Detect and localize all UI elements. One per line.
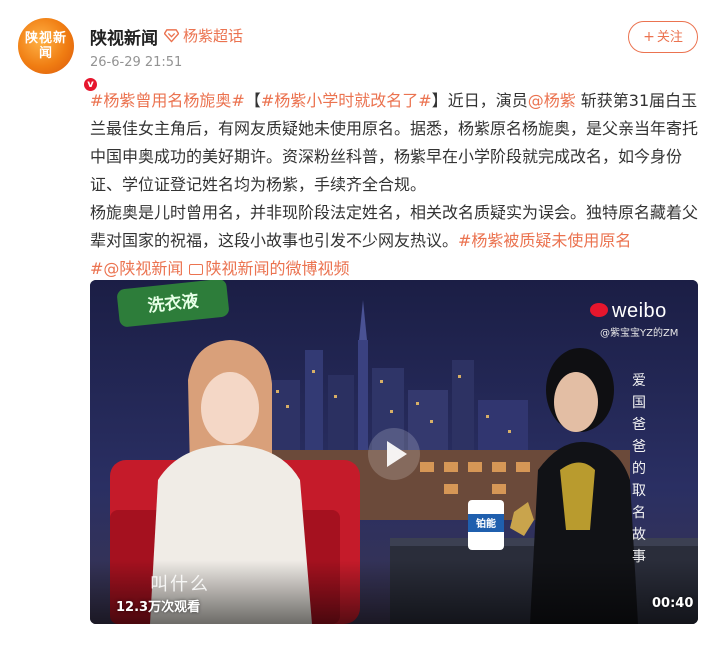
vertical-caption: 爱国爸爸的取名故事 (632, 373, 646, 565)
super-topic-label: 杨紫超话 (183, 27, 244, 45)
author-avatar[interactable]: 陕视新闻 v (18, 18, 99, 93)
weibo-logo-icon (590, 303, 608, 317)
video-player[interactable]: 铂能 洗衣液 weibo @紫宝宝YZ的ZM 爱国爸爸的取名故事 叫什么 12.… (90, 280, 698, 624)
paragraph-2: 杨旎奥是儿时曾用名，并非现阶段法定姓名，相关改名质疑实为误会。独特原名藏着父辈对… (90, 199, 700, 255)
play-button[interactable] (368, 428, 420, 480)
watermark-handle: @紫宝宝YZ的ZM (600, 328, 679, 339)
post-body: #杨紫曾用名杨旎奥#【#杨紫小学时就改名了#】近日，演员@杨紫 斩获第31届白玉… (90, 87, 700, 283)
super-topic-link[interactable]: 杨紫超话 (164, 25, 243, 46)
avatar-logo-text: 陕视新闻 (24, 31, 67, 61)
plus-icon: + (643, 29, 655, 45)
follow-button[interactable]: + 关注 (628, 21, 698, 53)
bracket-close: 】 (431, 91, 448, 110)
play-icon (387, 441, 407, 467)
video-icon (188, 264, 203, 275)
cup-logo-text: 铂能 (476, 517, 496, 530)
weibo-logo-text: weibo (612, 300, 667, 322)
bracket-open: 【 (244, 91, 261, 110)
hashtag-link[interactable]: # (90, 259, 103, 278)
hashtag-link[interactable]: #杨紫曾用名杨旎奥# (90, 91, 245, 110)
paragraph-1: #杨紫曾用名杨旎奥#【#杨紫小学时就改名了#】近日，演员@杨紫 斩获第31届白玉… (90, 87, 700, 199)
hashtag-link[interactable]: #杨紫被质疑未使用原名 (458, 231, 631, 250)
mention-link[interactable]: @杨紫 (528, 91, 576, 110)
body-text: 近日，演员 (447, 91, 528, 110)
hashtag-link[interactable]: #杨紫小学时就改名了# (261, 91, 432, 110)
weibo-post-card: 陕视新闻 v 陕视新闻 杨紫超话 26-6-29 21:51 + 关注 #杨紫曾用… (0, 0, 714, 649)
video-subtitle: 叫什么 (150, 574, 210, 595)
post-timestamp[interactable]: 26-6-29 21:51 (90, 55, 182, 70)
view-count: 12.3万次观看 (116, 600, 201, 615)
video-duration: 00:40 (652, 596, 694, 611)
author-name[interactable]: 陕视新闻 (90, 24, 158, 49)
weibo-watermark: weibo (590, 300, 667, 323)
video-source-link[interactable]: 陕视新闻的微博视频 (188, 259, 350, 278)
follow-label: 关注 (656, 30, 683, 45)
mention-link[interactable]: @陕视新闻 (103, 259, 183, 278)
diamond-icon (164, 29, 179, 43)
video-source-label: 陕视新闻的微博视频 (205, 259, 350, 278)
paragraph-3: #@陕视新闻 陕视新闻的微博视频 (90, 255, 700, 283)
